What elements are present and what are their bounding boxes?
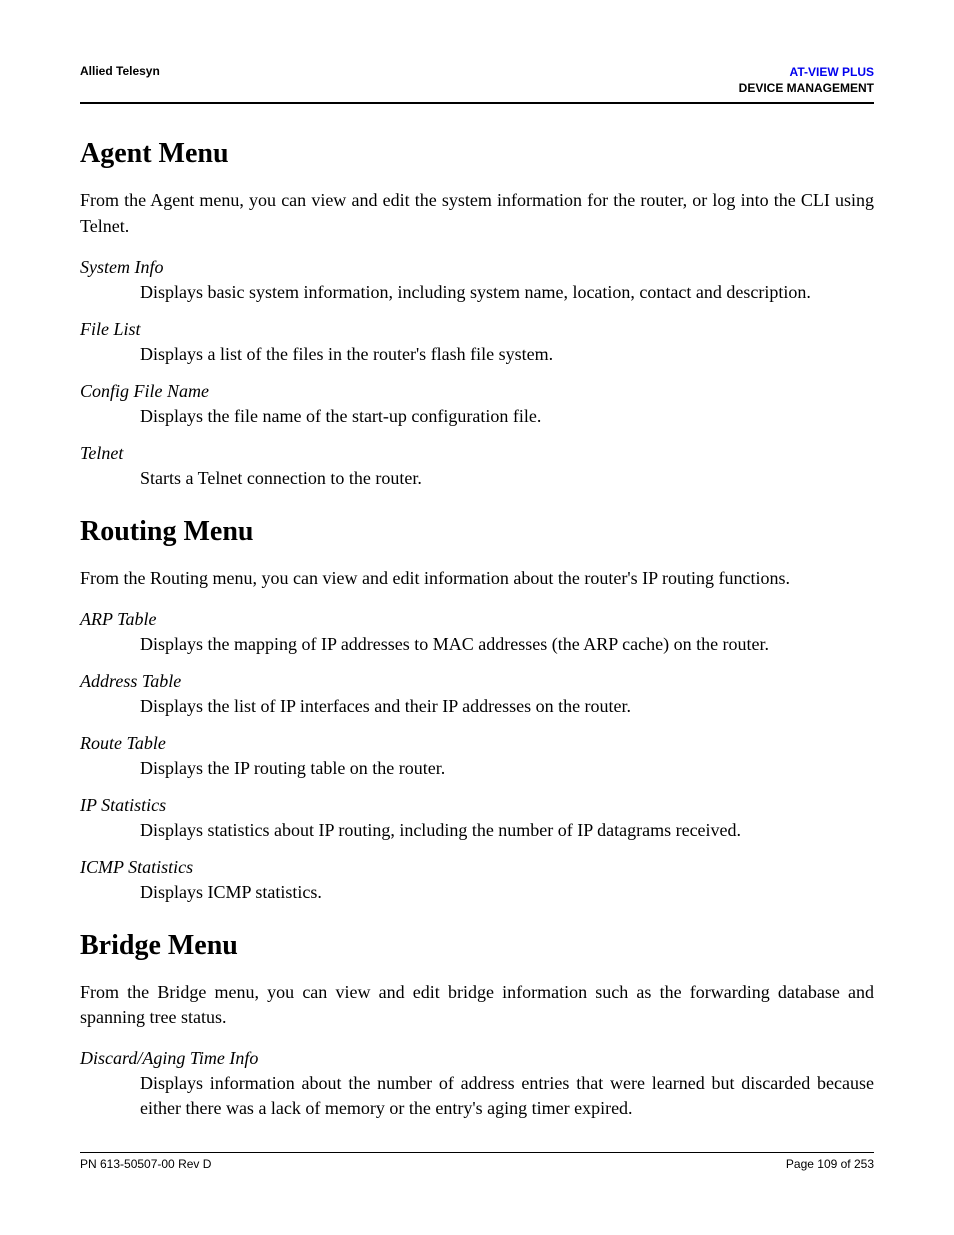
definition-list: System Info Displays basic system inform… [80, 257, 874, 492]
section-title-routing: Routing Menu [80, 516, 874, 548]
desc: Displays a list of the files in the rout… [140, 342, 874, 367]
definition-list: ARP Table Displays the mapping of IP add… [80, 609, 874, 906]
section-title-bridge: Bridge Menu [80, 930, 874, 962]
desc: Displays the IP routing table on the rou… [140, 756, 874, 781]
term: File List [80, 319, 874, 340]
header-left: Allied Telesyn [80, 64, 160, 78]
desc: Starts a Telnet connection to the router… [140, 466, 874, 491]
header-subtitle: DEVICE MANAGEMENT [739, 80, 874, 96]
term: Address Table [80, 671, 874, 692]
page-footer: PN 613-50507-00 Rev D Page 109 of 253 [80, 1152, 874, 1171]
page-header: Allied Telesyn AT-VIEW PLUS DEVICE MANAG… [80, 64, 874, 104]
term: ARP Table [80, 609, 874, 630]
desc: Displays information about the number of… [140, 1071, 874, 1121]
desc: Displays ICMP statistics. [140, 880, 874, 905]
section-intro: From the Bridge menu, you can view and e… [80, 980, 874, 1030]
desc: Displays statistics about IP routing, in… [140, 818, 874, 843]
footer-right: Page 109 of 253 [786, 1157, 874, 1171]
section-title-agent: Agent Menu [80, 138, 874, 170]
section-intro: From the Routing menu, you can view and … [80, 566, 874, 591]
page: Allied Telesyn AT-VIEW PLUS DEVICE MANAG… [0, 0, 954, 1235]
definition-list: Discard/Aging Time Info Displays informa… [80, 1048, 874, 1121]
footer-left: PN 613-50507-00 Rev D [80, 1157, 211, 1171]
term: Discard/Aging Time Info [80, 1048, 874, 1069]
term: Config File Name [80, 381, 874, 402]
desc: Displays the list of IP interfaces and t… [140, 694, 874, 719]
header-right: AT-VIEW PLUS DEVICE MANAGEMENT [739, 64, 874, 96]
term: ICMP Statistics [80, 857, 874, 878]
section-intro: From the Agent menu, you can view and ed… [80, 188, 874, 238]
term: IP Statistics [80, 795, 874, 816]
desc: Displays the mapping of IP addresses to … [140, 632, 874, 657]
header-product: AT-VIEW PLUS [739, 64, 874, 80]
desc: Displays basic system information, inclu… [140, 280, 874, 305]
term: Telnet [80, 443, 874, 464]
term: Route Table [80, 733, 874, 754]
desc: Displays the file name of the start-up c… [140, 404, 874, 429]
term: System Info [80, 257, 874, 278]
